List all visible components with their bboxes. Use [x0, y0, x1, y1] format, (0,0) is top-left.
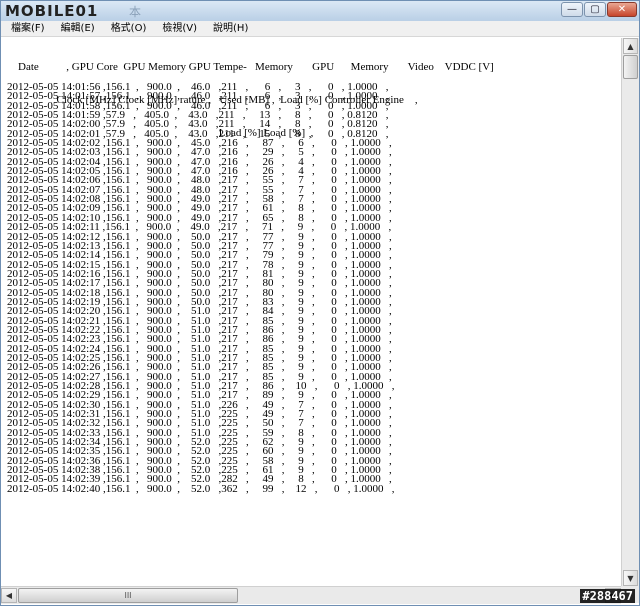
log-rows: 2012-05-05 14:01:56 ,156.1 , 900.0 , 46.…: [7, 81, 395, 495]
horizontal-scroll-thumb[interactable]: III: [18, 588, 238, 603]
vertical-scrollbar[interactable]: ▲ ▼: [621, 38, 639, 586]
scroll-left-arrow-icon[interactable]: ◀: [1, 588, 17, 603]
maximize-button[interactable]: ▢: [584, 2, 606, 17]
app-logo: MOBILE01: [5, 2, 99, 20]
menu-view[interactable]: 檢視(V): [162, 21, 197, 36]
window-title: 本: [129, 5, 142, 19]
title-bar[interactable]: MOBILE01 本 — ▢ ✕: [1, 1, 639, 22]
minimize-button[interactable]: —: [561, 2, 583, 17]
header-line-1: Date , GPU Core GPU Memory GPU Tempe- Me…: [7, 61, 494, 73]
log-row: 2012-05-05 14:02:40 ,156.1 , 900.0 , 52.…: [7, 482, 395, 495]
menu-bar: 檔案(F) 編輯(E) 格式(O) 檢視(V) 說明(H): [1, 21, 639, 37]
watermark: #288467: [580, 589, 635, 603]
window-controls: — ▢ ✕: [561, 2, 637, 17]
menu-help[interactable]: 說明(H): [213, 21, 248, 36]
menu-format[interactable]: 格式(O): [111, 21, 147, 36]
menu-edit[interactable]: 編輯(E): [61, 21, 95, 36]
scroll-up-arrow-icon[interactable]: ▲: [623, 38, 638, 54]
scroll-down-arrow-icon[interactable]: ▼: [623, 570, 638, 586]
notepad-window: MOBILE01 本 — ▢ ✕ 檔案(F) 編輯(E) 格式(O) 檢視(V)…: [0, 0, 640, 606]
text-editor-area[interactable]: Date , GPU Core GPU Memory GPU Tempe- Me…: [1, 38, 621, 586]
menu-file[interactable]: 檔案(F): [11, 21, 45, 36]
close-button[interactable]: ✕: [607, 2, 637, 17]
horizontal-scrollbar[interactable]: ◀ III ▶: [1, 586, 621, 604]
vertical-scroll-thumb[interactable]: [623, 55, 638, 79]
